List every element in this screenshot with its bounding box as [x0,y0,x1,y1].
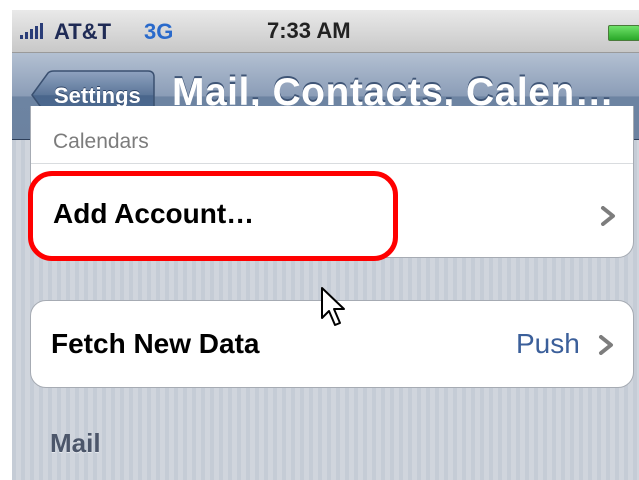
status-time: 7:33 AM [267,18,351,43]
carrier-name: AT&T [54,19,112,44]
battery-icon [608,25,639,41]
fetch-new-data-label: Fetch New Data [51,328,260,359]
network-type: 3G [144,19,174,44]
chevron-right-icon [601,206,615,226]
mouse-pointer-icon [321,287,345,326]
signal-strength-icon [20,23,43,39]
red-highlight-annotation [28,171,398,261]
iphone-screen: AT&T 3G 7:33 AM Settings Mail, Contacts,… [12,10,639,480]
mail-section-header: Mail [50,428,101,458]
fetch-value: Push [516,328,580,359]
calendars-row-partial[interactable]: Calendars [53,130,149,154]
status-bar: AT&T 3G 7:33 AM [12,10,639,53]
chevron-right-icon [599,335,613,355]
